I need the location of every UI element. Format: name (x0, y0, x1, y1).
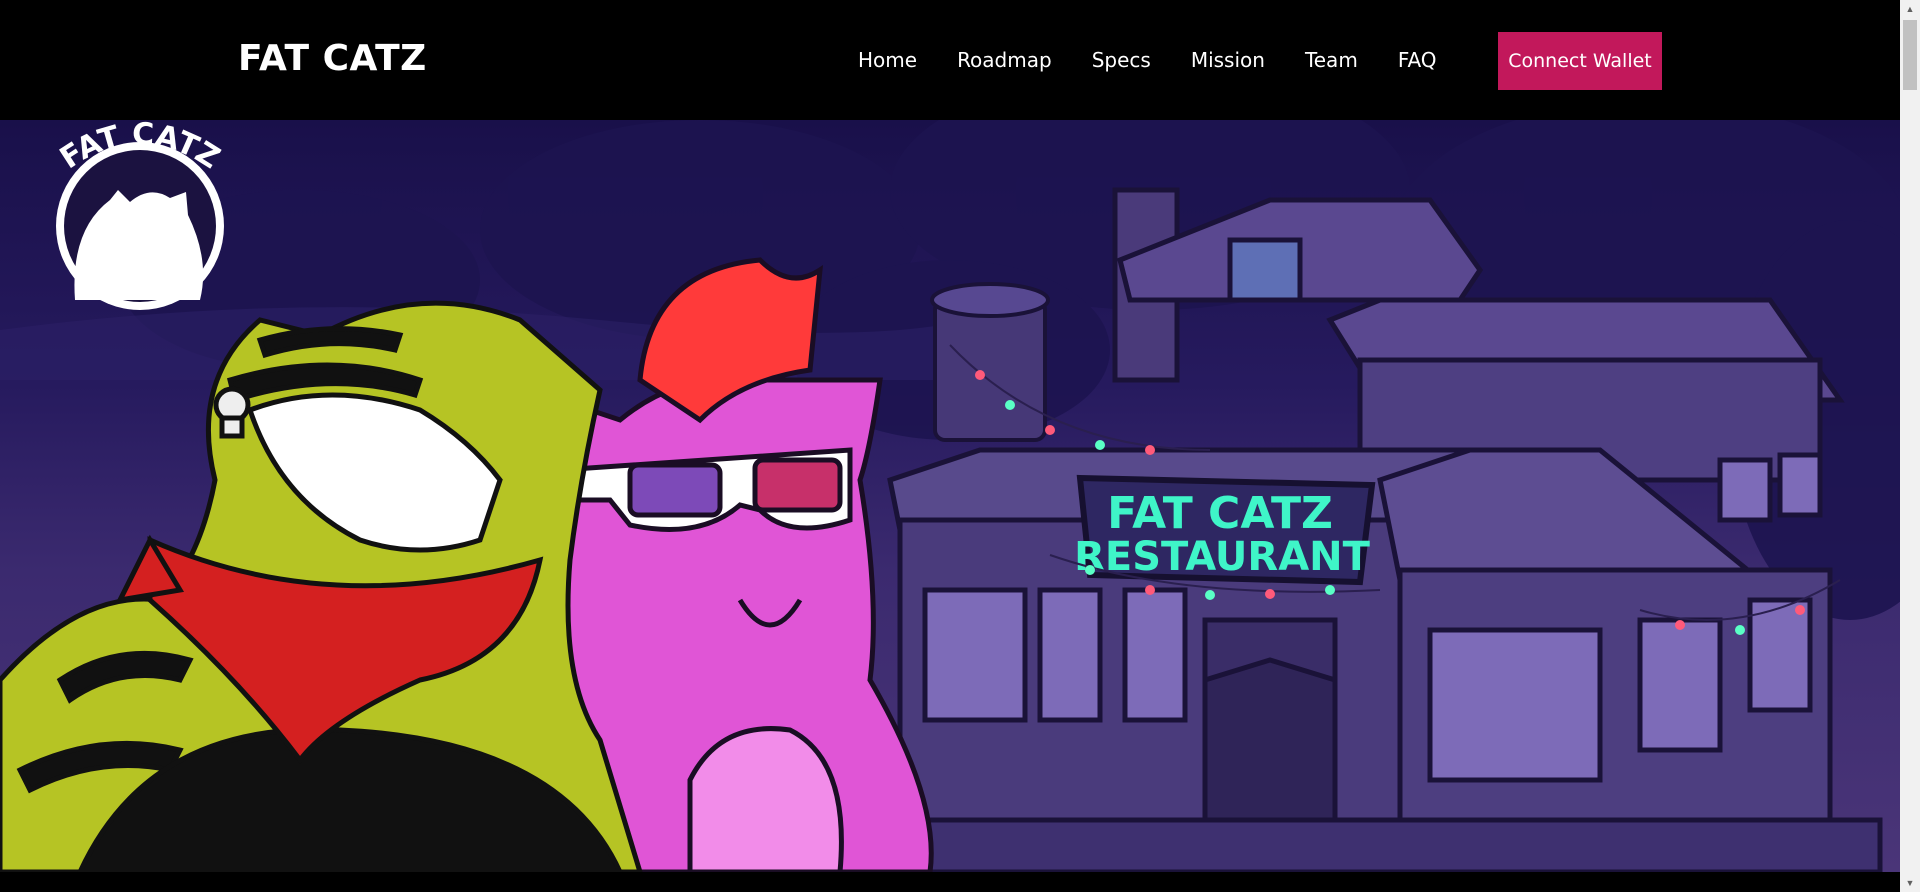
main-nav: Home Roadmap Specs Mission Team FAQ (858, 48, 1437, 72)
water-tower (930, 282, 1050, 442)
nav-faq[interactable]: FAQ (1398, 48, 1437, 72)
brand-title[interactable]: FAT CATZ (238, 38, 427, 79)
sign-line-1: FAT CATZ (1107, 488, 1333, 539)
fatcatz-logo: FAT CATZ (54, 120, 226, 310)
vertical-scrollbar[interactable]: ▲ ▼ (1900, 0, 1920, 892)
bottom-strip (0, 872, 1900, 892)
top-navbar: FAT CATZ Home Roadmap Specs Mission Team… (0, 0, 1900, 120)
hero-banner: FAT CATZ RESTAURANT FAT CATZ (0, 120, 1900, 872)
nav-team[interactable]: Team (1305, 48, 1358, 72)
nav-mission[interactable]: Mission (1191, 48, 1265, 72)
skull-earring (213, 386, 251, 439)
chevron-down-icon[interactable]: ▼ (1900, 874, 1920, 892)
chevron-up-icon[interactable]: ▲ (1900, 0, 1920, 18)
yellow-tiger-cat (0, 300, 643, 872)
connect-wallet-button[interactable]: Connect Wallet (1498, 32, 1662, 90)
hero-illustration: FAT CATZ RESTAURANT FAT CATZ (0, 120, 1900, 872)
page: FAT CATZ Home Roadmap Specs Mission Team… (0, 0, 1900, 892)
nav-roadmap[interactable]: Roadmap (957, 48, 1052, 72)
nav-home[interactable]: Home (858, 48, 917, 72)
scrollbar-thumb[interactable] (1903, 20, 1917, 90)
nav-specs[interactable]: Specs (1092, 48, 1151, 72)
restaurant-sign: FAT CATZ RESTAURANT (1074, 474, 1376, 586)
